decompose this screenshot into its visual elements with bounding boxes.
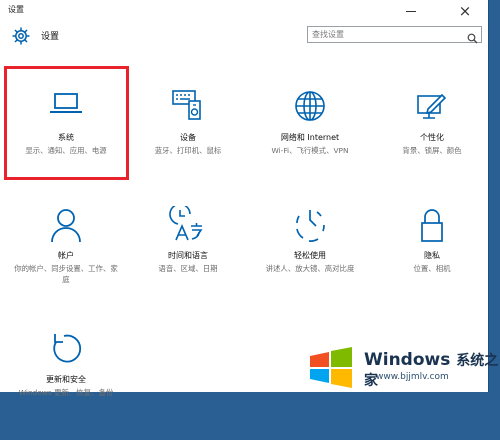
tile-description: 显示、通知、应用、电源 (25, 146, 107, 155)
tile-ease-of-access[interactable]: 轻松使用 讲述人、放大镜、高对比度 (251, 206, 369, 316)
tile-accounts[interactable]: 帐户 你的帐户、同步设置、工作、家庭 (7, 206, 125, 316)
tile-description: 背景、锁屏、颜色 (402, 146, 462, 155)
tile-description: 你的帐户、同步设置、工作、家庭 (14, 264, 118, 284)
title-bar: 设置 × (0, 0, 488, 22)
globe-icon (295, 91, 325, 121)
tile-label: 系统 (58, 133, 74, 142)
tile-description: 位置、相机 (413, 264, 451, 273)
tile-network[interactable]: 网络和 Internet Wi-Fi、飞行模式、VPN (251, 88, 369, 198)
settings-window: 设置 × 设置 系统 显示、通知 (0, 0, 491, 397)
ease-of-access-icon (296, 210, 325, 242)
gear-icon (11, 26, 31, 50)
tile-time-language[interactable]: 时间和语言 语音、区域、日期 (129, 206, 247, 316)
close-button[interactable]: × (450, 0, 480, 22)
tile-description: 蓝牙、打印机、鼠标 (154, 146, 222, 155)
close-icon: × (458, 2, 472, 20)
time-language-icon (169, 206, 203, 241)
tile-description: 语音、区域、日期 (158, 264, 218, 273)
watermark-brand: Windows 系统之家 (364, 350, 500, 390)
devices-icon (172, 90, 201, 120)
tile-privacy[interactable]: 隐私 位置、相机 (373, 206, 491, 316)
personalization-icon (417, 93, 447, 119)
tile-personalization[interactable]: 个性化 背景、锁屏、颜色 (373, 88, 491, 198)
tile-description: Wi-Fi、飞行模式、VPN (271, 146, 349, 155)
update-icon (53, 334, 82, 363)
window-title: 设置 (8, 5, 24, 14)
watermark-url: www.bjjmlv.com (376, 372, 449, 382)
minimize-button[interactable] (396, 0, 426, 22)
page-title: 设置 (41, 32, 60, 42)
person-icon (51, 209, 81, 243)
laptop-icon (50, 93, 82, 113)
tile-label: 设备 (180, 133, 196, 142)
watermark-brand-text: Windows (364, 350, 451, 370)
search-input[interactable] (312, 27, 462, 42)
tile-update-security[interactable]: 更新和安全 Windows 更新、恢复、备份 (7, 330, 125, 440)
search-icon[interactable] (467, 29, 478, 48)
tile-description: Windows 更新、恢复、备份 (18, 388, 114, 397)
tile-label: 个性化 (420, 133, 444, 142)
tile-label: 轻松使用 (294, 251, 326, 260)
tile-label: 更新和安全 (46, 375, 86, 384)
tile-devices[interactable]: 设备 蓝牙、打印机、鼠标 (129, 88, 247, 198)
tile-system[interactable]: 系统 显示、通知、应用、电源 (7, 88, 125, 198)
lock-icon (421, 209, 443, 242)
search-box[interactable] (307, 26, 482, 44)
tile-label: 隐私 (424, 251, 440, 260)
tile-label: 帐户 (58, 251, 74, 260)
tile-label: 时间和语言 (168, 251, 208, 260)
minimize-icon (406, 10, 416, 12)
tile-description: 讲述人、放大镜、高对比度 (265, 264, 355, 273)
windows-logo (302, 344, 360, 392)
tile-label: 网络和 Internet (280, 133, 340, 142)
